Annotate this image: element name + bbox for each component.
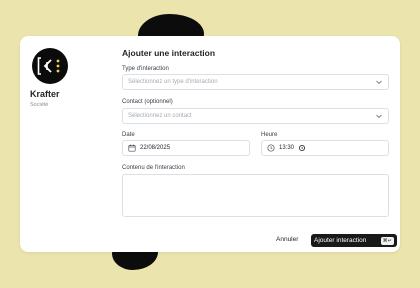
interaction-type-placeholder: Sélectionnez un type d'interaction [128, 79, 218, 85]
krafter-logo-icon [32, 48, 68, 84]
contact-placeholder: Sélectionnez un contact [128, 113, 192, 119]
date-label: Date [122, 132, 135, 138]
modal-title: Ajouter une interaction [122, 48, 216, 58]
contact-label: Contact (optionnel) [122, 99, 173, 105]
time-value: 13:30 [279, 145, 295, 151]
contact-select[interactable]: Sélectionnez un contact [122, 108, 389, 124]
add-interaction-modal: Krafter Société Ajouter une interaction … [20, 36, 400, 252]
calendar-icon [128, 144, 136, 152]
date-value: 22/08/2025 [140, 145, 171, 151]
content-textarea[interactable] [122, 174, 389, 217]
add-interaction-button[interactable]: Ajouter interaction ⌘↵ [311, 234, 397, 247]
clock-icon [267, 144, 275, 152]
time-label: Heure [261, 132, 278, 138]
date-input[interactable]: 22/08/2025 [122, 140, 250, 156]
interaction-type-label: Type d'interaction [122, 66, 169, 72]
add-interaction-label: Ajouter interaction [314, 237, 367, 244]
company-name: Krafter [30, 89, 60, 99]
company-type: Société [30, 102, 49, 108]
interaction-type-select[interactable]: Sélectionnez un type d'interaction [122, 74, 389, 90]
time-picker-icon[interactable] [298, 144, 306, 152]
cancel-button[interactable]: Annuler [276, 236, 298, 243]
chevron-down-icon [376, 80, 382, 85]
keyboard-shortcut-badge: ⌘↵ [380, 236, 394, 245]
content-label: Contenu de l'interaction [122, 165, 185, 171]
chevron-down-icon [376, 114, 382, 119]
time-input[interactable]: 13:30 [261, 140, 389, 156]
